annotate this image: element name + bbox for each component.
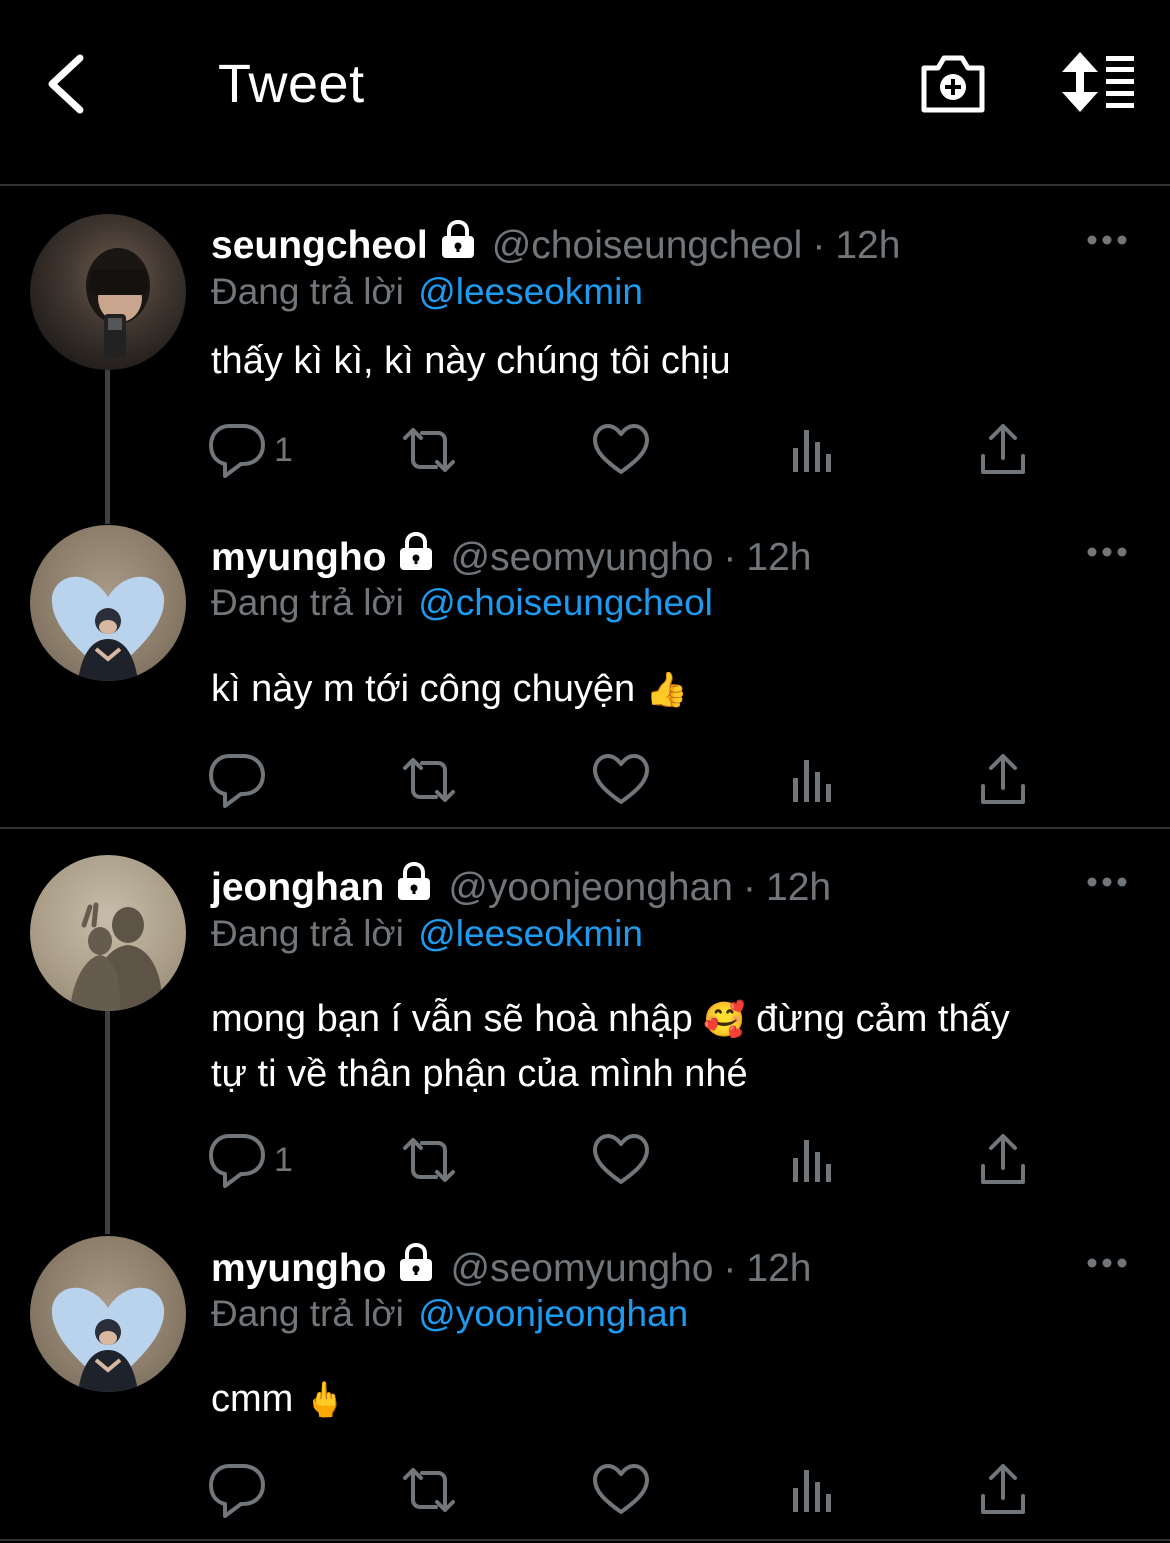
share-icon[interactable] xyxy=(973,1460,1033,1520)
camera-add-icon[interactable] xyxy=(918,50,988,116)
middle-finger-emoji: 🖕 xyxy=(303,1381,347,1419)
retweet-icon[interactable] xyxy=(399,420,459,480)
thread-line xyxy=(105,1010,110,1234)
display-name[interactable]: jeonghan @yoonjeonghan · 12h xyxy=(211,862,831,912)
reply-icon[interactable] xyxy=(207,420,267,480)
mention-link[interactable]: @choiseungcheol xyxy=(418,582,713,623)
more-options-icon[interactable] xyxy=(1086,1256,1128,1270)
reply-icon[interactable] xyxy=(207,750,267,810)
protected-lock-icon xyxy=(438,220,478,260)
share-icon[interactable] xyxy=(973,420,1033,480)
tweet-text: kì này m tới công chuyện 👍 xyxy=(211,668,689,710)
tweet-text: mong bạn í vẫn sẽ hoà nhập 🥰 đừng cảm th… xyxy=(211,998,1010,1095)
retweet-icon[interactable] xyxy=(399,750,459,810)
reply-count: 1 xyxy=(274,431,293,469)
tweet-text: thấy kì kì, kì này chúng tôi chịu xyxy=(211,340,731,382)
share-icon[interactable] xyxy=(973,750,1033,810)
more-options-icon[interactable] xyxy=(1086,233,1128,247)
views-icon[interactable] xyxy=(783,750,843,810)
sort-timeline-icon[interactable] xyxy=(1060,52,1138,112)
more-options-icon[interactable] xyxy=(1086,545,1128,559)
retweet-icon[interactable] xyxy=(399,1130,459,1190)
smiling-hearts-emoji: 🥰 xyxy=(703,1001,746,1039)
like-icon[interactable] xyxy=(591,420,651,480)
username: @seomyungho xyxy=(450,536,714,579)
mention-link[interactable]: @yoonjeonghan xyxy=(418,1293,688,1334)
back-arrow-icon[interactable] xyxy=(40,52,96,116)
page-title: Tweet xyxy=(218,54,365,114)
tweet-text: cmm 🖕 xyxy=(211,1378,347,1420)
mention-link[interactable]: @leeseokmin xyxy=(418,271,643,312)
username: @yoonjeonghan xyxy=(448,866,733,909)
share-icon[interactable] xyxy=(973,1130,1033,1190)
timestamp: 12h xyxy=(746,536,812,579)
retweet-icon[interactable] xyxy=(399,1460,459,1520)
like-icon[interactable] xyxy=(591,750,651,810)
protected-lock-icon xyxy=(396,1243,436,1283)
avatar[interactable] xyxy=(30,1236,186,1392)
timestamp: 12h xyxy=(746,1247,812,1290)
reply-icon[interactable] xyxy=(207,1460,267,1520)
views-icon[interactable] xyxy=(783,420,843,480)
mention-link[interactable]: @leeseokmin xyxy=(418,913,643,954)
like-icon[interactable] xyxy=(591,1130,651,1190)
views-icon[interactable] xyxy=(783,1460,843,1520)
protected-lock-icon xyxy=(394,862,434,902)
display-name[interactable]: seungcheol @choiseungcheol · 12h xyxy=(211,220,900,270)
replying-to: Đang trả lời @leeseokmin xyxy=(211,271,643,312)
thread-divider xyxy=(0,1539,1170,1541)
display-name[interactable]: myungho @seomyungho · 12h xyxy=(211,1243,811,1293)
top-bar: Tweet xyxy=(0,0,1170,186)
reply-icon[interactable] xyxy=(207,1130,267,1190)
display-name[interactable]: myungho @seomyungho · 12h xyxy=(211,532,811,582)
username: @choiseungcheol xyxy=(491,224,803,267)
replying-to: Đang trả lời @yoonjeonghan xyxy=(211,1293,689,1334)
timestamp: 12h xyxy=(835,224,901,267)
timestamp: 12h xyxy=(766,866,832,909)
thumbs-up-emoji: 👍 xyxy=(645,671,689,709)
views-icon[interactable] xyxy=(783,1130,843,1190)
avatar[interactable] xyxy=(30,214,186,370)
thread-line xyxy=(105,368,110,524)
username: @seomyungho xyxy=(450,1247,714,1290)
avatar[interactable] xyxy=(30,525,186,681)
replying-to: Đang trả lời @leeseokmin xyxy=(211,913,643,954)
reply-count: 1 xyxy=(274,1141,293,1179)
avatar[interactable] xyxy=(30,855,186,1011)
like-icon[interactable] xyxy=(591,1460,651,1520)
protected-lock-icon xyxy=(396,532,436,572)
replying-to: Đang trả lời @choiseungcheol xyxy=(211,582,713,623)
thread-divider xyxy=(0,827,1170,829)
more-options-icon[interactable] xyxy=(1086,875,1128,889)
